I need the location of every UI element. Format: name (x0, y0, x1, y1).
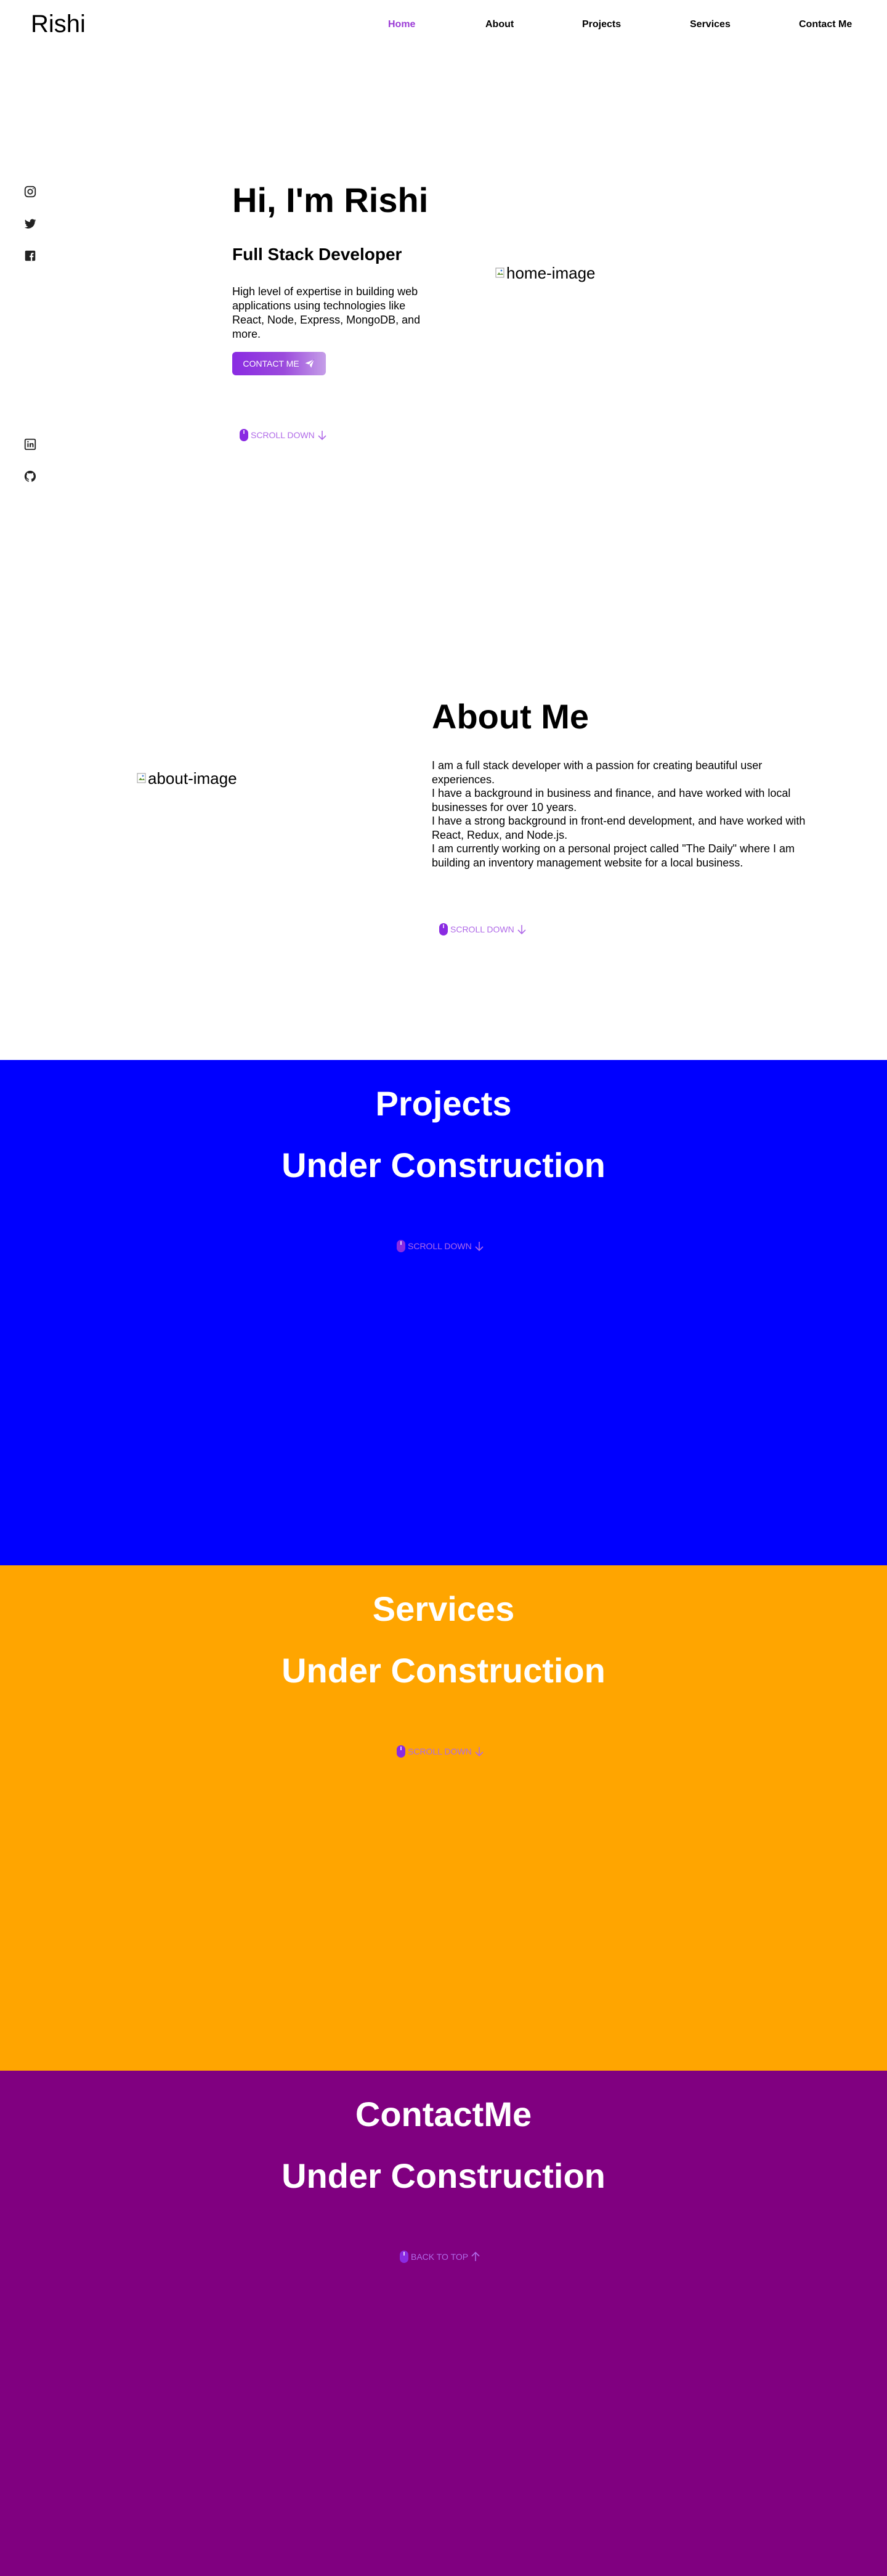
home-image-alt: home-image (506, 264, 596, 282)
about-paragraph: I have a background in business and fina… (432, 787, 791, 813)
about-image: about-image (137, 769, 237, 788)
about-title: About Me (432, 697, 589, 736)
scroll-down-link[interactable]: SCROLL DOWN (396, 1744, 485, 1759)
scroll-down-link[interactable]: SCROLL DOWN (396, 1239, 485, 1253)
about-paragraph: I am currently working on a personal pro… (432, 842, 795, 869)
linkedin-icon[interactable] (23, 438, 38, 452)
instagram-icon[interactable] (23, 185, 38, 200)
contact-me-button[interactable]: CONTACT ME (232, 352, 326, 375)
page: Rishi Home About Projects Services Conta… (0, 0, 887, 2576)
mouse-icon (240, 429, 248, 441)
nav-about-link[interactable]: About (485, 18, 514, 31)
contact-me-button-label: CONTACT ME (243, 359, 299, 369)
projects-subtitle: Under Construction (281, 1146, 606, 1184)
scroll-down-link[interactable]: SCROLL DOWN (239, 428, 328, 442)
facebook-icon[interactable] (23, 249, 38, 264)
scroll-down-label: SCROLL DOWN (251, 430, 315, 440)
arrow-down-icon (475, 1747, 484, 1757)
scroll-down-label: SCROLL DOWN (408, 1747, 472, 1756)
hero-description: High level of expertise in building web … (232, 285, 421, 340)
contact-section: ContactMe Under Construction BACK TO TOP (0, 2071, 887, 2576)
arrow-down-icon (517, 925, 526, 935)
contact-title: ContactMe (355, 2095, 532, 2134)
nav-contact-link[interactable]: Contact Me (799, 18, 852, 31)
mouse-icon (397, 1745, 405, 1758)
broken-image-icon (495, 264, 505, 278)
about-paragraph: I am a full stack developer with a passi… (432, 759, 763, 786)
scroll-down-link[interactable]: SCROLL DOWN (439, 922, 527, 937)
mouse-icon (397, 1240, 405, 1252)
services-title: Services (372, 1589, 515, 1628)
hero-title: Hi, I'm Rishi (232, 181, 429, 219)
send-icon (305, 359, 314, 368)
mouse-icon (400, 2251, 408, 2263)
about-image-alt: about-image (148, 769, 237, 788)
about-paragraph: I have a strong background in front-end … (432, 815, 806, 841)
about-text: I am a full stack developer with a passi… (432, 759, 826, 870)
scroll-down-label: SCROLL DOWN (408, 1241, 472, 1251)
projects-title: Projects (375, 1084, 512, 1123)
twitter-icon[interactable] (23, 217, 38, 232)
projects-section: Projects Under Construction SCROLL DOWN (0, 1060, 887, 1565)
nav-home-link[interactable]: Home (388, 18, 415, 31)
scroll-down-label: SCROLL DOWN (450, 924, 514, 934)
services-section: Services Under Construction SCROLL DOWN (0, 1565, 887, 2071)
site-header: Rishi Home About Projects Services Conta… (0, 0, 887, 49)
arrow-down-icon (475, 1242, 484, 1252)
services-subtitle: Under Construction (281, 1651, 606, 1690)
contact-subtitle: Under Construction (281, 2156, 606, 2195)
mouse-icon (439, 923, 448, 935)
broken-image-icon (137, 769, 147, 783)
arrow-up-icon (471, 2251, 480, 2261)
back-to-top-label: BACK TO TOP (411, 2252, 469, 2262)
nav-services-link[interactable]: Services (690, 18, 731, 31)
home-image: home-image (495, 264, 596, 282)
nav-projects-link[interactable]: Projects (582, 18, 621, 31)
main-nav: Home About Projects Services Contact Me (0, 18, 887, 31)
hero-subtitle: Full Stack Developer (232, 245, 402, 264)
github-icon[interactable] (23, 470, 38, 484)
back-to-top-link[interactable]: BACK TO TOP (399, 2249, 481, 2264)
arrow-down-icon (318, 431, 326, 441)
